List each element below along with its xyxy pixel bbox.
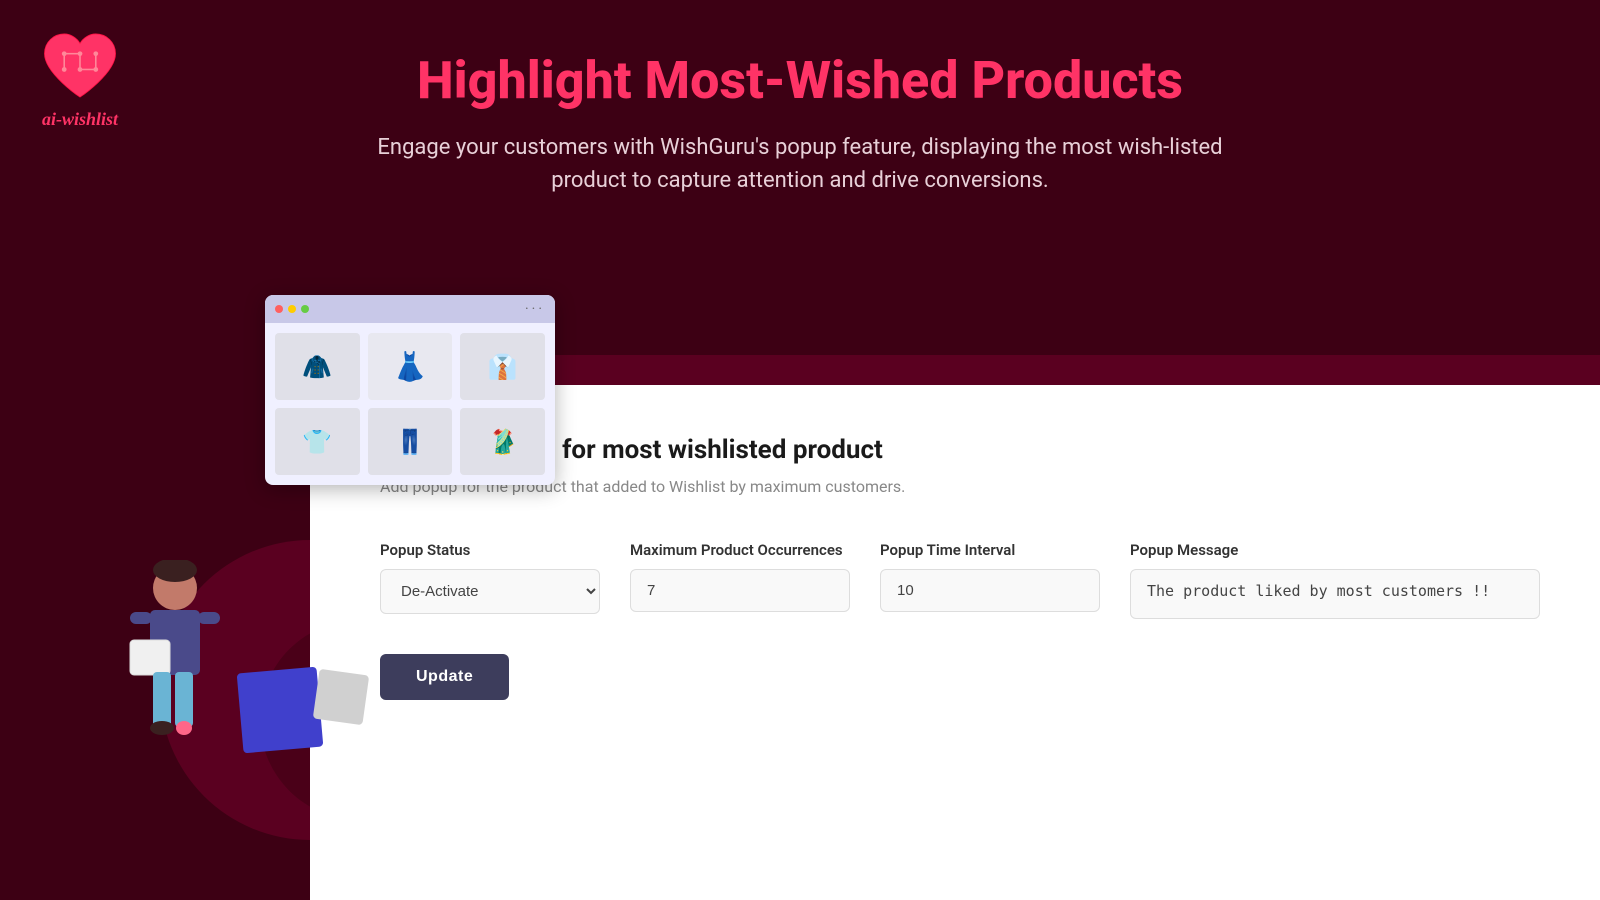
message-textarea[interactable]: The product liked by most customers !! — [1130, 569, 1540, 619]
update-button[interactable]: Update — [380, 654, 509, 700]
browser-mockup: ··· 🧥 👗 👔 👕 👖 🥻 — [265, 295, 555, 485]
product-card-2: 👗 — [368, 333, 453, 400]
product-card-3: 👔 — [460, 333, 545, 400]
header-section: Highlight Most-Wished Products Engage yo… — [0, 0, 1600, 217]
browser-content: 🧥 👗 👔 👕 👖 🥻 — [265, 323, 555, 485]
occurrences-group: Maximum Product Occurrences — [630, 541, 850, 612]
interval-group: Popup Time Interval — [880, 541, 1100, 612]
form-row: Popup Status De-Activate Activate Maximu… — [380, 541, 1540, 619]
browser-dot-green — [301, 305, 309, 313]
page-title: Highlight Most-Wished Products — [20, 40, 1580, 111]
character-illustration — [120, 560, 230, 760]
popup-status-select[interactable]: De-Activate Activate — [380, 569, 600, 614]
decoration-box-blue — [237, 667, 324, 754]
occurrences-input[interactable] — [630, 569, 850, 612]
browser-dot-red — [275, 305, 283, 313]
popup-status-group: Popup Status De-Activate Activate — [380, 541, 600, 614]
interval-label: Popup Time Interval — [880, 541, 1100, 559]
popup-status-label: Popup Status — [380, 541, 600, 559]
page-subtitle: Engage your customers with WishGuru's po… — [350, 131, 1250, 197]
message-label: Popup Message — [1130, 541, 1540, 559]
browser-bar: ··· — [265, 295, 555, 323]
decoration-box-white — [313, 669, 369, 725]
product-card-1: 🧥 — [275, 333, 360, 400]
product-card-4: 👕 — [275, 408, 360, 475]
message-group: Popup Message The product liked by most … — [1130, 541, 1540, 619]
browser-dot-yellow — [288, 305, 296, 313]
interval-input[interactable] — [880, 569, 1100, 612]
product-card-6: 🥻 — [460, 408, 545, 475]
product-card-5: 👖 — [368, 408, 453, 475]
occurrences-label: Maximum Product Occurrences — [630, 541, 850, 559]
